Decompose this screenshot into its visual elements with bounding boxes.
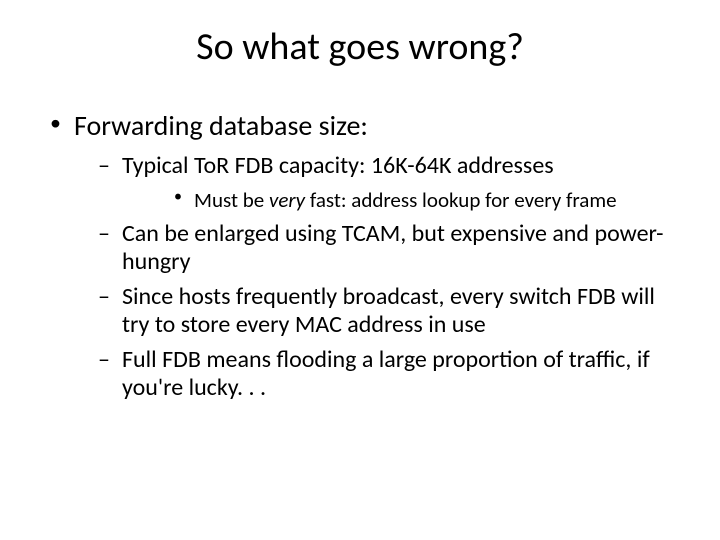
bullet-l1-text: Forwarding database size: bbox=[74, 108, 368, 143]
bullet-l2a-text: Typical ToR FDB capacity: 16K-64K addres… bbox=[122, 151, 554, 180]
slide-body: Forwarding database size: Typical ToR FD… bbox=[0, 70, 720, 401]
bullet-l2d: Full FDB means flooding a large proporti… bbox=[74, 346, 674, 401]
bullet-l2c: Since hosts frequently broadcast, every … bbox=[74, 283, 674, 338]
slide-title: So what goes wrong? bbox=[0, 0, 720, 70]
bullet-l2b-text: Can be enlarged using TCAM, but expensiv… bbox=[122, 219, 664, 276]
slide: So what goes wrong? Forwarding database … bbox=[0, 0, 720, 540]
bullet-l3a-pre: Must be bbox=[194, 187, 269, 213]
bullet-l3a: Must be very fast: address lookup for ev… bbox=[122, 188, 674, 212]
bullet-list-level1: Forwarding database size: Typical ToR FD… bbox=[46, 110, 674, 401]
bullet-l2c-text: Since hosts frequently broadcast, every … bbox=[122, 282, 655, 339]
bullet-list-level3: Must be very fast: address lookup for ev… bbox=[122, 188, 674, 212]
bullet-l3a-post: fast: address lookup for every frame bbox=[305, 187, 616, 213]
bullet-l2d-text: Full FDB means flooding a large proporti… bbox=[122, 345, 650, 402]
bullet-list-level2: Typical ToR FDB capacity: 16K-64K addres… bbox=[74, 152, 674, 401]
bullet-l1: Forwarding database size: Typical ToR FD… bbox=[46, 110, 674, 401]
bullet-l2a: Typical ToR FDB capacity: 16K-64K addres… bbox=[74, 152, 674, 212]
bullet-l2b: Can be enlarged using TCAM, but expensiv… bbox=[74, 220, 674, 275]
bullet-l3a-em: very bbox=[269, 187, 305, 213]
